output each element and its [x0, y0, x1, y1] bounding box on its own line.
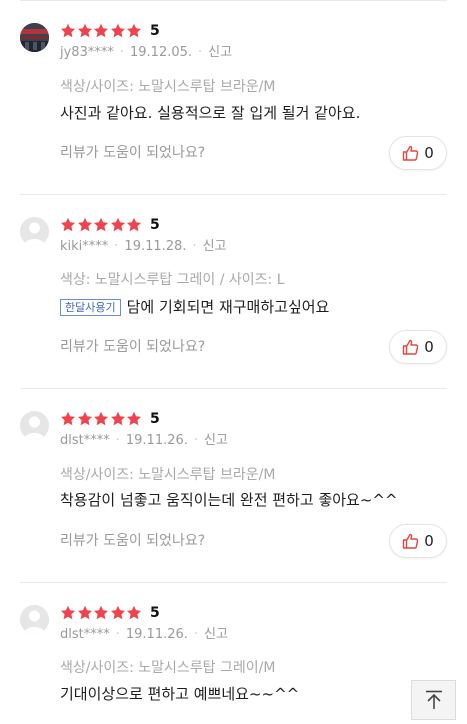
rating-score: 5 — [150, 23, 160, 39]
product-option: 색상/사이즈: 노말시스루탑 브라운/M — [60, 79, 276, 95]
star-rating — [60, 217, 143, 233]
review-meta: dlst**** · 19.11.26. · 신고 — [60, 433, 228, 449]
meta-separator: · — [198, 45, 203, 60]
star-icon — [110, 217, 126, 233]
scroll-to-top-button[interactable] — [411, 680, 456, 720]
meta-separator: · — [192, 239, 197, 254]
report-link[interactable]: 신고 — [204, 627, 228, 642]
star-icon — [77, 217, 93, 233]
meta-separator: · — [115, 433, 120, 448]
like-count: 0 — [424, 144, 434, 162]
star-icon — [93, 411, 109, 427]
star-icon — [93, 605, 109, 621]
review-divider — [20, 582, 447, 583]
star-icon — [126, 605, 142, 621]
star-icon — [126, 411, 142, 427]
like-button[interactable]: 0 — [389, 136, 447, 170]
arrow-up-to-top-icon — [423, 689, 445, 711]
product-option: 색상: 노말시스루탑 그레이 / 사이즈: L — [60, 272, 285, 288]
review-divider — [20, 0, 447, 1]
like-button[interactable]: 0 — [389, 524, 447, 558]
review-meta: kiki**** · 19.11.28. · 신고 — [60, 239, 227, 255]
user-avatar — [20, 605, 49, 634]
report-link[interactable]: 신고 — [204, 433, 228, 448]
star-icon — [93, 23, 109, 39]
thumbs-up-icon — [402, 339, 424, 355]
review-meta: dlst**** · 19.11.26. · 신고 — [60, 627, 228, 643]
rating-score: 5 — [150, 217, 160, 233]
reviewer-id: dlst**** — [60, 433, 110, 448]
reviewer-id: jy83**** — [60, 45, 114, 60]
review-content: 한달사용기 담에 기회되면 재구매하고싶어요 — [60, 297, 329, 317]
like-count: 0 — [424, 338, 434, 356]
star-icon — [126, 23, 142, 39]
reviewer-id: dlst**** — [60, 627, 110, 642]
review-date: 19.11.28. — [124, 239, 187, 254]
review-meta: jy83**** · 19.12.05. · 신고 — [60, 45, 232, 61]
report-link[interactable]: 신고 — [208, 45, 232, 60]
review-text: 담에 기회되면 재구매하고싶어요 — [126, 298, 330, 316]
review-content: 사진과 같아요. 실용적으로 잘 입게 될거 같아요. — [60, 103, 360, 123]
star-icon — [60, 411, 76, 427]
reviewer-id: kiki**** — [60, 239, 109, 254]
review-item: 5 jy83**** · 19.12.05. · 신고 색상/사이즈: 노말시스루탑 브… — [20, 0, 447, 194]
rating-score: 5 — [150, 605, 160, 621]
helpful-prompt: 리뷰가 도움이 되었나요? — [60, 145, 206, 161]
review-divider — [20, 194, 447, 195]
review-date: 19.12.05. — [130, 45, 193, 60]
star-icon — [126, 217, 142, 233]
thumbs-up-icon — [402, 533, 424, 549]
rating-score: 5 — [150, 411, 160, 427]
meta-separator: · — [114, 239, 119, 254]
product-option: 색상/사이즈: 노말시스루탑 그레이/M — [60, 660, 276, 676]
star-icon — [60, 23, 76, 39]
review-date: 19.11.26. — [125, 433, 188, 448]
meta-separator: · — [115, 627, 120, 642]
review-divider — [20, 388, 447, 389]
month-use-badge: 한달사용기 — [60, 298, 121, 316]
review-item: 5 dlst**** · 19.11.26. · 신고 색상/사이즈: 노말시스루탑 브… — [20, 388, 447, 582]
star-icon — [110, 605, 126, 621]
review-date: 19.11.26. — [125, 627, 188, 642]
star-icon — [60, 605, 76, 621]
star-rating — [60, 23, 143, 39]
product-option: 색상/사이즈: 노말시스루탑 브라운/M — [60, 467, 276, 483]
star-icon — [93, 217, 109, 233]
helpful-prompt: 리뷰가 도움이 되었나요? — [60, 339, 206, 355]
review-item: 5 kiki**** · 19.11.28. · 신고 색상: 노말시스루탑 그레이 /… — [20, 194, 447, 388]
review-content: 기대이상으로 편하고 예쁘네요~~^^ — [60, 684, 299, 704]
review-item: 5 dlst**** · 19.11.26. · 신고 색상/사이즈: 노말시스루탑 그… — [20, 582, 447, 724]
meta-separator: · — [119, 45, 124, 60]
star-icon — [77, 411, 93, 427]
star-icon — [77, 23, 93, 39]
review-text: 사진과 같아요. 실용적으로 잘 입게 될거 같아요. — [60, 104, 361, 122]
thumbs-up-icon — [402, 145, 424, 161]
star-icon — [60, 217, 76, 233]
review-text: 기대이상으로 편하고 예쁘네요~~^^ — [60, 685, 300, 703]
meta-separator: · — [193, 433, 199, 448]
like-count: 0 — [424, 532, 434, 550]
helpful-prompt: 리뷰가 도움이 되었나요? — [60, 533, 206, 549]
review-text: 착용감이 넘좋고 움직이는데 완전 편하고 좋아요~^^ — [60, 491, 398, 509]
star-icon — [77, 605, 93, 621]
star-rating — [60, 605, 143, 621]
star-icon — [110, 411, 126, 427]
user-avatar — [20, 23, 49, 52]
report-link[interactable]: 신고 — [203, 239, 227, 254]
user-avatar — [20, 217, 49, 246]
user-avatar — [20, 411, 49, 440]
review-content: 착용감이 넘좋고 움직이는데 완전 편하고 좋아요~^^ — [60, 490, 398, 510]
star-icon — [110, 23, 126, 39]
star-rating — [60, 411, 143, 427]
like-button[interactable]: 0 — [389, 330, 447, 364]
meta-separator: · — [193, 627, 199, 642]
